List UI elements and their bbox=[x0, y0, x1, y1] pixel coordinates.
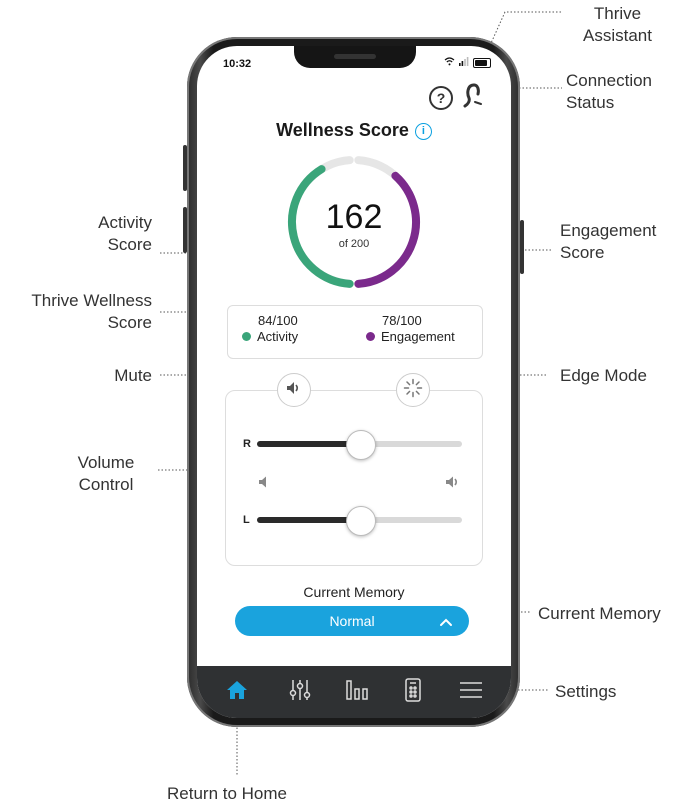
left-volume-thumb[interactable] bbox=[345, 506, 376, 536]
wellness-score-total: of 200 bbox=[338, 238, 370, 250]
signal-icon bbox=[459, 57, 469, 69]
callout-thrive-wellness-score: Thrive Wellness Score bbox=[31, 291, 152, 332]
battery-icon bbox=[473, 58, 491, 68]
callout-engagement-score: Engagement Score bbox=[560, 221, 657, 262]
tab-remote[interactable] bbox=[399, 677, 427, 707]
page-title: Wellness Score bbox=[276, 120, 409, 140]
engagement-score-value: 78/100 bbox=[382, 313, 422, 328]
volume-high-icon[interactable] bbox=[445, 475, 461, 494]
engagement-dot bbox=[366, 332, 375, 341]
volume-down-button bbox=[183, 207, 187, 253]
power-button bbox=[520, 220, 524, 274]
left-slider-label: L bbox=[243, 514, 250, 526]
edge-mode-button[interactable] bbox=[396, 373, 430, 407]
callout-current-memory: Current Memory bbox=[538, 604, 661, 623]
remote-icon bbox=[404, 677, 422, 707]
top-actions: ? bbox=[429, 82, 483, 113]
activity-dot bbox=[242, 332, 251, 341]
edge-mode-icon bbox=[403, 378, 423, 403]
equalizer-icon bbox=[289, 679, 311, 706]
right-slider-label: R bbox=[243, 438, 251, 450]
wellness-score-value: 162 bbox=[325, 198, 383, 236]
callout-volume-control: Volume Control bbox=[77, 453, 135, 494]
volume-up-button bbox=[183, 145, 187, 191]
callout-settings: Settings bbox=[555, 682, 617, 701]
wellness-title-row: Wellness Score i bbox=[197, 120, 511, 141]
notch bbox=[294, 46, 416, 68]
tab-bar bbox=[197, 666, 511, 718]
tab-home[interactable] bbox=[223, 678, 251, 706]
tab-settings[interactable] bbox=[457, 678, 485, 706]
callout-activity-score: Activity Score bbox=[98, 213, 152, 254]
score-legend: 84/100 Activity 78/100 Engagement bbox=[227, 305, 483, 359]
menu-icon bbox=[459, 680, 483, 705]
tab-adjust[interactable] bbox=[286, 678, 314, 706]
status-time: 10:32 bbox=[223, 58, 252, 70]
engagement-legend: 78/100 Engagement bbox=[366, 313, 455, 345]
info-icon[interactable]: i bbox=[414, 123, 432, 140]
speaker-icon bbox=[286, 381, 302, 400]
activity-label: Activity bbox=[257, 329, 299, 344]
chevron-up-icon bbox=[439, 606, 453, 636]
callout-edge-mode: Edge Mode bbox=[560, 366, 647, 385]
activity-score-value: 84/100 bbox=[258, 313, 298, 328]
wifi-icon bbox=[444, 57, 455, 69]
thrive-assistant-button[interactable]: ? bbox=[429, 85, 453, 110]
right-volume-fill bbox=[257, 441, 360, 447]
engagement-label: Engagement bbox=[381, 329, 455, 344]
status-icons bbox=[444, 57, 491, 69]
hearing-aid-icon[interactable] bbox=[461, 82, 483, 113]
callout-return-to-home: Return to Home bbox=[167, 784, 287, 803]
right-volume-thumb[interactable] bbox=[345, 430, 376, 460]
memory-value: Normal bbox=[329, 613, 375, 629]
callout-mute: Mute bbox=[114, 366, 152, 385]
bar-chart-icon bbox=[345, 679, 369, 706]
mute-button[interactable] bbox=[277, 373, 311, 407]
callout-connection-status: Connection Status bbox=[566, 71, 653, 112]
current-memory-label: Current Memory bbox=[303, 584, 405, 600]
home-icon bbox=[226, 680, 248, 705]
left-volume-fill bbox=[257, 517, 360, 523]
callout-thrive-assistant: Thrive Assistant bbox=[583, 4, 652, 45]
memory-selector[interactable]: Normal bbox=[235, 606, 469, 636]
app-screen: 10:32 ? Wellness Score i 162 of 200 84/10… bbox=[197, 46, 511, 718]
volume-low-icon[interactable] bbox=[258, 475, 272, 494]
activity-legend: 84/100 Activity bbox=[242, 313, 298, 345]
tab-stats[interactable] bbox=[343, 678, 371, 706]
